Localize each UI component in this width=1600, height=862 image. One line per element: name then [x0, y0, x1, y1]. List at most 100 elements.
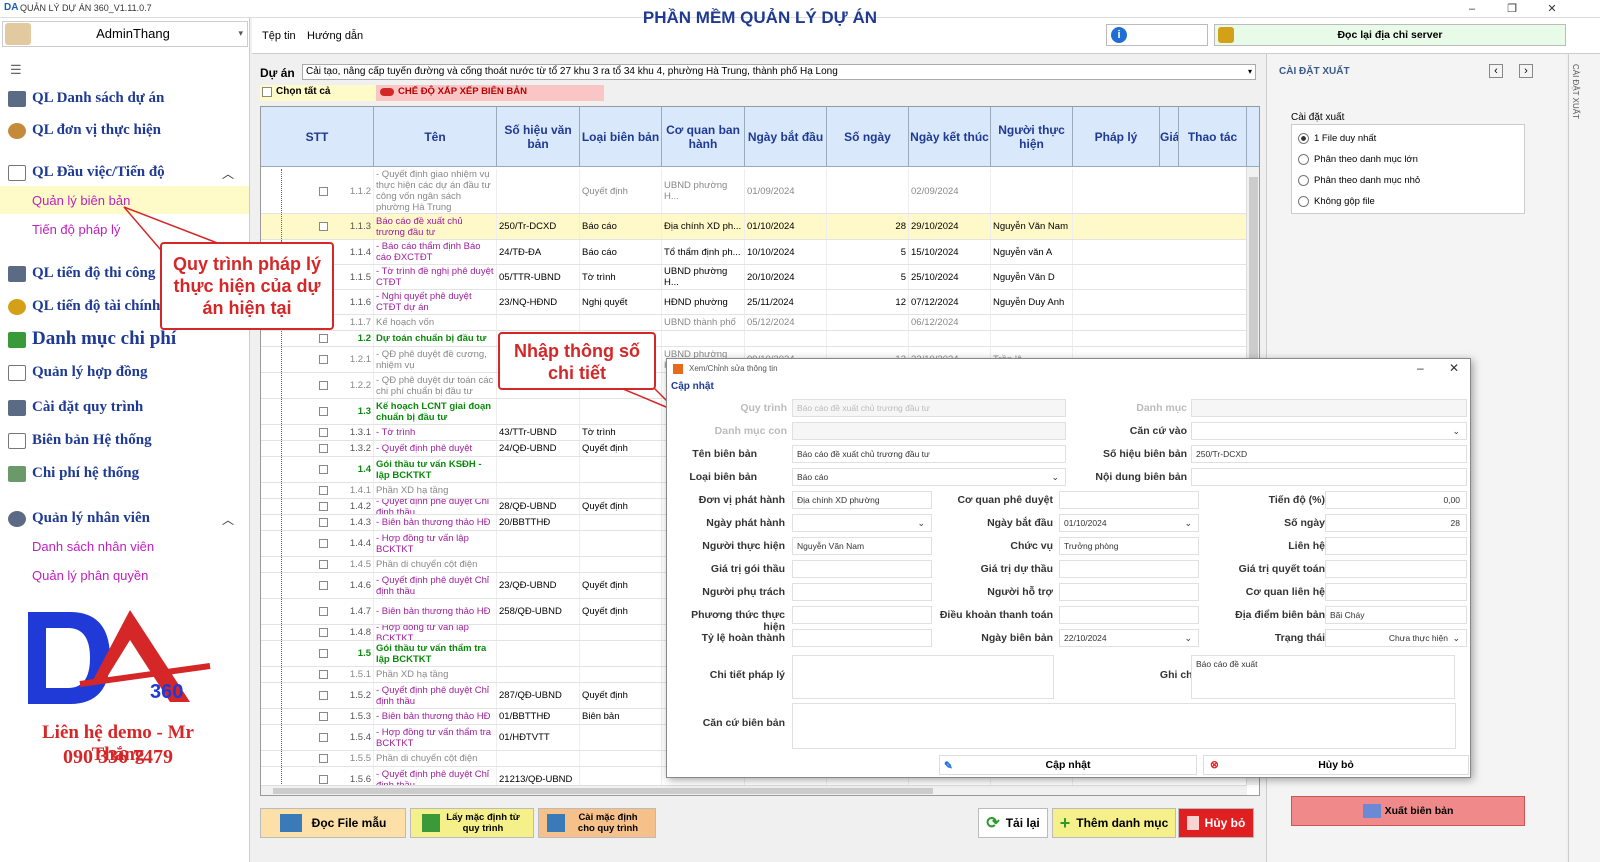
row-checkbox[interactable] — [319, 539, 328, 548]
chevron-right-icon[interactable]: › — [1519, 64, 1533, 78]
field-ptth[interactable] — [792, 606, 932, 624]
table-row[interactable]: 1.1.6- Nghị quyết phê duyệt CTĐT dự án 23… — [261, 290, 1247, 315]
field-ngaybb[interactable]: 22/10/2024 ⌄ — [1059, 629, 1199, 647]
row-checkbox[interactable] — [319, 428, 328, 437]
row-checkbox[interactable] — [319, 407, 328, 416]
field-songay[interactable]: 28 — [1325, 514, 1467, 532]
field-nguoith[interactable]: Nguyễn Văn Nam — [792, 537, 932, 555]
sidebar-item-minutes[interactable]: Quản lý biên bản — [32, 193, 130, 208]
col-actions[interactable]: Thao tác — [1179, 107, 1247, 167]
table-row[interactable]: 1.2 Dự toán chuẩn bị đầu tư — [261, 331, 1247, 347]
row-checkbox[interactable] — [319, 628, 328, 637]
reload-server-button[interactable]: Đọc lại địa chỉ server — [1214, 24, 1566, 46]
dialog-close-button[interactable]: ✕ — [1449, 361, 1459, 375]
sidebar-item-costs[interactable]: Danh mục chi phí — [8, 328, 176, 350]
sidebar-item-tasks[interactable]: QL Đầu việc/Tiến độ — [8, 164, 165, 181]
sidebar-item-syscost[interactable]: Chi phí hệ thống — [8, 465, 139, 482]
sidebar-item-units[interactable]: QL đơn vị thực hiện — [8, 122, 161, 139]
col-type[interactable]: Loại biên bản — [580, 107, 662, 167]
row-checkbox[interactable] — [319, 754, 328, 763]
field-chucvu[interactable]: Trưởng phòng — [1059, 537, 1199, 555]
col-days[interactable]: Số ngày — [827, 107, 909, 167]
sidebar-item-stafflist[interactable]: Danh sách nhân viên — [32, 539, 154, 554]
set-default-button[interactable]: Cài mặc định cho quy trình — [538, 808, 656, 838]
dialog-cancel-button[interactable]: ⊗ Hủy bỏ — [1203, 755, 1469, 775]
sidebar-item-contracts[interactable]: Quản lý hợp đồng — [8, 364, 147, 381]
cancel-button[interactable]: Hủy bỏ — [1178, 808, 1254, 838]
export-minutes-button[interactable]: Xuất biên bản — [1291, 796, 1525, 826]
field-sohieu[interactable]: 250/Tr-DCXD — [1191, 445, 1467, 463]
row-checkbox[interactable] — [319, 334, 328, 343]
row-checkbox[interactable] — [319, 712, 328, 721]
row-checkbox[interactable] — [319, 670, 328, 679]
chevron-up-icon[interactable]: ︿ — [222, 511, 234, 528]
row-checkbox[interactable] — [319, 465, 328, 474]
field-tiendo[interactable]: 0,00 — [1325, 491, 1467, 509]
row-checkbox[interactable] — [319, 502, 328, 511]
field-donvi[interactable]: Địa chính XD phường — [792, 491, 932, 509]
info-box[interactable]: i — [1106, 24, 1208, 46]
field-nguoipt[interactable] — [792, 583, 932, 601]
select-all-checkbox[interactable]: Chọn tất cả — [260, 85, 376, 101]
table-row[interactable]: 1.1.5- Tờ trình đề nghị phê duyệt CTĐT 05… — [261, 265, 1247, 290]
scroll-thumb[interactable] — [273, 788, 933, 794]
row-checkbox[interactable] — [319, 518, 328, 527]
maximize-button[interactable]: ❐ — [1492, 0, 1532, 18]
row-checkbox[interactable] — [319, 560, 328, 569]
table-row[interactable]: 1.1.2- Quyết định giao nhiệm vụ thực hiệ… — [261, 169, 1247, 214]
row-checkbox[interactable] — [319, 186, 328, 196]
row-checkbox[interactable] — [319, 691, 328, 700]
field-tyle[interactable] — [792, 629, 932, 647]
row-checkbox[interactable] — [319, 444, 328, 453]
col-agency[interactable]: Cơ quan ban hành — [662, 107, 745, 167]
sidebar-item-sysminutes[interactable]: Biên bản Hệ thống — [8, 432, 152, 449]
sidebar-item-projects[interactable]: QL Danh sách dự án — [8, 90, 164, 107]
col-end[interactable]: Ngày kết thúc — [909, 107, 991, 167]
hamburger-icon[interactable]: ☰ — [10, 62, 22, 78]
col-price[interactable]: Giá — [1160, 107, 1179, 167]
field-cqpd[interactable] — [1059, 491, 1199, 509]
minimize-button[interactable]: – — [1452, 0, 1492, 18]
update-button[interactable]: ✎ Cập nhật — [939, 755, 1197, 775]
radio-small-category[interactable]: Phân theo danh mục nhỏ — [1298, 175, 1420, 186]
field-lienhe[interactable] — [1325, 537, 1467, 555]
row-checkbox[interactable] — [319, 581, 328, 590]
col-assignee[interactable]: Người thực hiện — [991, 107, 1073, 167]
field-ngayph[interactable]: ⌄ — [792, 514, 932, 532]
read-template-button[interactable]: Đọc File mẫu — [260, 808, 406, 838]
field-chitiet[interactable] — [792, 655, 1054, 699]
add-category-button[interactable]: + Thêm danh mục — [1052, 808, 1176, 838]
row-checkbox[interactable] — [319, 381, 328, 390]
radio-big-category[interactable]: Phân theo danh mục lớn — [1298, 154, 1418, 165]
sidebar-item-finance[interactable]: QL tiến độ tài chính — [8, 298, 160, 315]
radio-single-file[interactable]: 1 File duy nhất — [1298, 133, 1376, 144]
field-noidung[interactable] — [1191, 468, 1467, 486]
row-checkbox[interactable] — [319, 222, 328, 231]
sidebar-item-legal[interactable]: Tiến độ pháp lý — [32, 222, 120, 237]
horizontal-scrollbar[interactable] — [261, 785, 1247, 795]
table-row[interactable]: 1.1.7 Kế hoạch vốn UBND thành phố 05/12/202… — [261, 315, 1247, 331]
row-checkbox[interactable] — [319, 775, 328, 784]
field-danhmuc[interactable] — [1191, 399, 1467, 417]
collapsed-side-tab[interactable]: CÀI ĐẶT XUẤT — [1568, 54, 1600, 862]
field-cqlh[interactable] — [1325, 583, 1467, 601]
field-gtgoi[interactable] — [792, 560, 932, 578]
user-selector[interactable]: AdminThang ▾ — [2, 21, 248, 47]
row-checkbox[interactable] — [319, 355, 328, 364]
menu-help[interactable]: Hướng dẫn — [307, 30, 363, 42]
col-name[interactable]: Tên — [374, 107, 497, 167]
chevron-left-icon[interactable]: ‹ — [1489, 64, 1503, 78]
row-checkbox[interactable] — [319, 649, 328, 658]
field-dktt[interactable] — [1059, 606, 1199, 624]
col-legal[interactable]: Pháp lý — [1073, 107, 1160, 167]
radio-no-merge[interactable]: Không gộp file — [1298, 196, 1375, 207]
field-diadiem[interactable]: Bãi Cháy — [1325, 606, 1467, 624]
table-row[interactable]: 1.1.4- Báo cáo thẩm định Báo cáo ĐXCTĐT 2… — [261, 240, 1247, 265]
field-ghichu[interactable]: Báo cáo đề xuất — [1191, 655, 1455, 699]
table-row[interactable]: 1.1.3 Báo cáo đề xuất chủ trương đầu tư 25… — [261, 214, 1247, 240]
sidebar-item-staff[interactable]: Quản lý nhân viên — [8, 510, 150, 527]
sort-mode-toggle[interactable]: CHẾ ĐỘ XẮP XẾP BIÊN BẢN — [376, 85, 604, 101]
row-checkbox[interactable] — [319, 607, 328, 616]
col-number[interactable]: Số hiệu văn bản — [497, 107, 580, 167]
col-start[interactable]: Ngày bắt đầu — [745, 107, 827, 167]
